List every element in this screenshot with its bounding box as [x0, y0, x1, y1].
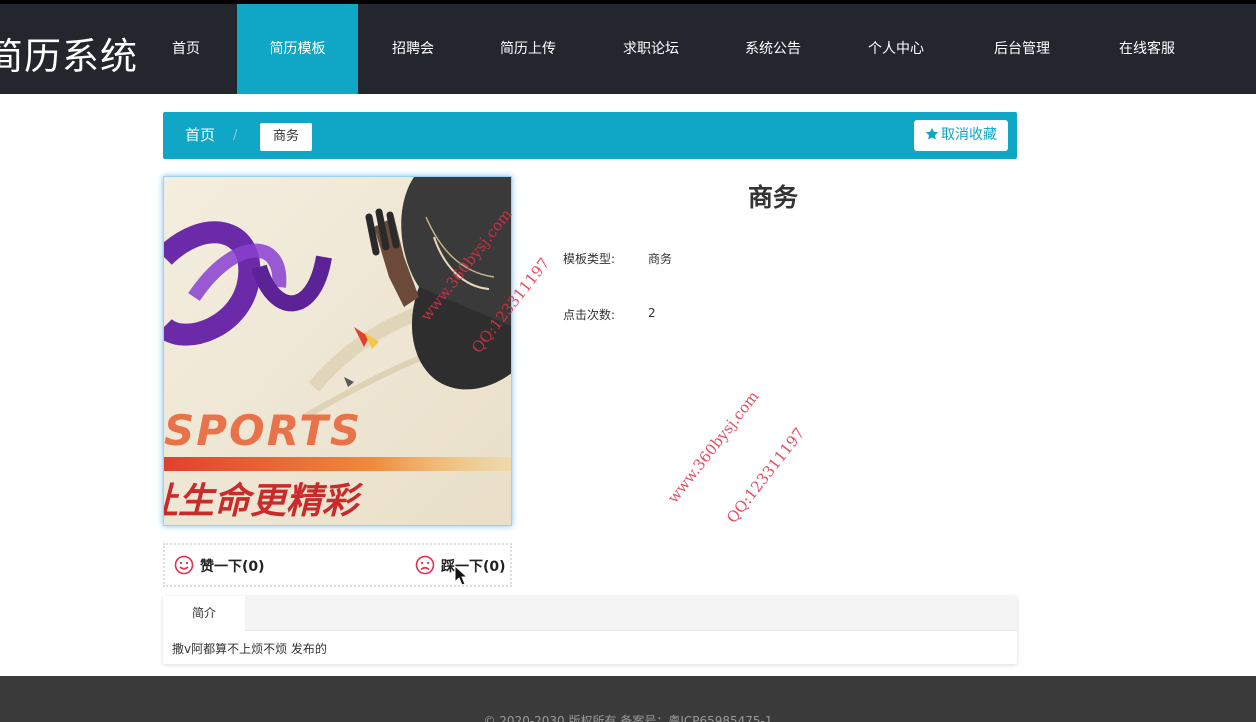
- click-count-label: 点击次数:: [563, 308, 616, 322]
- like-label: 赞一下(0): [200, 559, 265, 575]
- top-navbar: 简历系统 首页 简历模板 招聘会 简历上传 求职论坛 系统公告 个人中心 后台管…: [0, 4, 1256, 94]
- breadcrumb-separator: /: [233, 128, 238, 143]
- cover-sports-text: SPORTS: [164, 406, 362, 455]
- tab-strip: 简介: [163, 596, 1017, 631]
- tab-introduction[interactable]: 简介: [163, 596, 245, 631]
- footer: © 2020-2030 版权所有 备案号：粤ICP65985475-1: [0, 676, 1256, 722]
- watermark-qq-text-2: QQ:123311197: [722, 424, 809, 527]
- nav-item-job-forum[interactable]: 求职论坛: [590, 4, 712, 94]
- nav-item-resume-templates[interactable]: 简历模板: [237, 4, 358, 94]
- click-count-value: 2: [648, 306, 656, 320]
- dislike-label: 踩一下(0): [441, 559, 506, 575]
- breadcrumb-home-link[interactable]: 首页: [185, 112, 215, 159]
- nav-item-personal-center[interactable]: 个人中心: [834, 4, 958, 94]
- nav-item-admin[interactable]: 后台管理: [958, 4, 1086, 94]
- nav-item-resume-upload[interactable]: 简历上传: [466, 4, 590, 94]
- template-cover-image: SPORTS 让生命更精彩: [163, 176, 512, 526]
- nav-item-online-service[interactable]: 在线客服: [1086, 4, 1208, 94]
- nav-item-system-notice[interactable]: 系统公告: [712, 4, 834, 94]
- nav-item-job-fair[interactable]: 招聘会: [360, 4, 466, 94]
- smile-icon: [174, 555, 194, 575]
- cover-slogan-text: 让生命更精彩: [164, 481, 364, 522]
- breadcrumb: 首页 / 商务 取消收藏: [163, 112, 1017, 159]
- footer-copyright: © 2020-2030 版权所有 备案号：粤ICP65985475-1: [483, 714, 773, 722]
- frown-icon: [415, 555, 435, 575]
- cancel-favorite-label: 取消收藏: [941, 127, 997, 143]
- template-type-value: 商务: [648, 252, 673, 266]
- watermark-site-text-2: www.360bysj.com: [663, 387, 763, 507]
- template-title: 商务: [747, 183, 798, 212]
- nav-item-home[interactable]: 首页: [137, 4, 235, 94]
- mouse-cursor-icon: [454, 565, 469, 586]
- star-icon: [925, 127, 939, 140]
- like-button[interactable]: 赞一下(0): [174, 555, 265, 577]
- cancel-favorite-button[interactable]: 取消收藏: [914, 120, 1008, 151]
- template-type-label: 模板类型:: [563, 252, 616, 266]
- breadcrumb-current: 商务: [260, 123, 313, 151]
- site-logo: 简历系统: [0, 35, 138, 78]
- detail-tabs: 简介 撒v阿都算不上烦不烦 发布的: [163, 596, 1017, 664]
- tab-introduction-content: 撒v阿都算不上烦不烦 发布的: [172, 642, 327, 656]
